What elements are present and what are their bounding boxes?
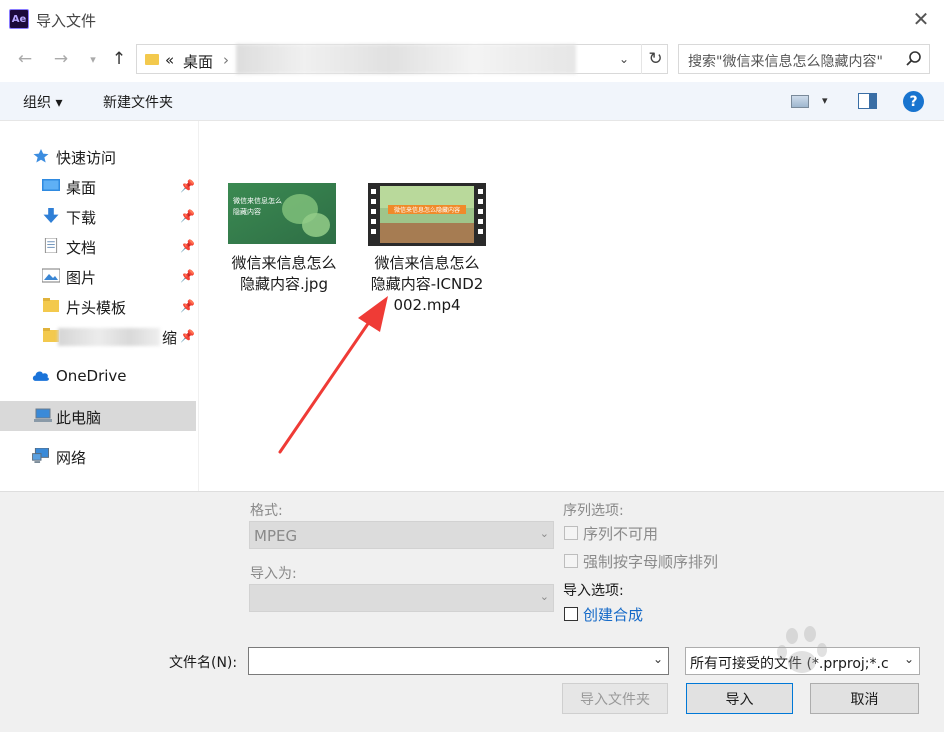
title-bar: Ae 导入文件 ✕ bbox=[0, 0, 944, 38]
image-thumbnail: 微信来信息怎么 隐藏内容 bbox=[228, 183, 336, 244]
breadcrumb-prefix[interactable]: « bbox=[165, 51, 174, 69]
sidebar-item-onedrive[interactable]: OneDrive bbox=[0, 361, 196, 391]
force-alphabetical-checkbox bbox=[564, 554, 578, 568]
file-name-label: 微信来信息怎么隐藏内容.jpg bbox=[231, 254, 337, 293]
sidebar-item-quick-access[interactable]: 快速访问 bbox=[0, 141, 196, 171]
window-title: 导入文件 bbox=[36, 12, 97, 30]
filename-input[interactable]: ⌄ bbox=[248, 647, 669, 675]
svg-text:微信来信息怎么: 微信来信息怎么 bbox=[233, 196, 282, 205]
sequence-options-label: 序列选项: bbox=[563, 503, 624, 519]
sidebar-item-desktop[interactable]: 桌面 📌 bbox=[0, 171, 196, 201]
computer-icon bbox=[34, 408, 52, 422]
format-label: 格式: bbox=[250, 503, 283, 519]
chevron-down-icon[interactable]: ⌄ bbox=[653, 652, 663, 666]
format-value: MPEG bbox=[254, 527, 298, 545]
sidebar-item-label: 桌面 bbox=[66, 179, 97, 197]
pin-icon[interactable]: 📌 bbox=[180, 329, 195, 343]
new-folder-button[interactable]: 新建文件夹 bbox=[103, 92, 173, 112]
star-icon bbox=[33, 148, 49, 163]
force-alphabetical-label: 强制按字母顺序排列 bbox=[583, 553, 719, 571]
recent-locations-chevron-icon[interactable]: ▾ bbox=[82, 47, 104, 71]
sidebar-item-network[interactable]: 网络 bbox=[0, 441, 196, 471]
chevron-down-icon: ⌄ bbox=[539, 590, 549, 603]
sidebar-item-this-pc[interactable]: 此电脑 bbox=[0, 401, 196, 431]
redacted-folder-name-blur bbox=[58, 328, 160, 346]
sidebar-item-label: 缩 bbox=[162, 329, 178, 347]
import-as-select: ⌄ bbox=[249, 584, 554, 612]
video-thumbnail-filmstrip-icon: 微信来信息怎么隐藏内容 bbox=[368, 183, 486, 246]
command-toolbar: 组织 ▾ 新建文件夹 ▾ ? bbox=[0, 82, 944, 121]
chevron-down-icon[interactable]: ⌄ bbox=[904, 652, 914, 666]
sidebar-item-label: 图片 bbox=[66, 269, 97, 287]
sidebar-item-pictures[interactable]: 图片 📌 bbox=[0, 261, 196, 291]
search-icon[interactable] bbox=[905, 50, 923, 68]
pin-icon[interactable]: 📌 bbox=[180, 239, 195, 253]
refresh-icon[interactable]: ↻ bbox=[641, 44, 669, 74]
sidebar-item-downloads[interactable]: 下载 📌 bbox=[0, 201, 196, 231]
filename-label: 文件名(N): bbox=[169, 655, 238, 671]
paw-watermark-icon bbox=[777, 626, 827, 673]
import-folder-button[interactable]: 导入文件夹 bbox=[562, 683, 668, 714]
chevron-down-icon: ⌄ bbox=[539, 527, 549, 540]
sidebar-item-blurred-folder[interactable]: 缩 📌 bbox=[0, 321, 196, 351]
pin-icon[interactable]: 📌 bbox=[180, 299, 195, 313]
desktop-icon bbox=[42, 179, 60, 191]
preview-pane-icon[interactable] bbox=[858, 93, 877, 109]
address-dropdown-chevron-icon[interactable]: ⌄ bbox=[619, 52, 629, 66]
search-placeholder: 搜索"微信来信息怎么隐藏内容" bbox=[688, 54, 883, 70]
folder-icon bbox=[145, 54, 159, 65]
redacted-path-blur bbox=[236, 44, 576, 74]
format-select: MPEG ⌄ bbox=[249, 521, 554, 549]
breadcrumb-separator: › bbox=[223, 51, 229, 69]
create-composition-checkbox[interactable] bbox=[564, 607, 578, 621]
folder-icon bbox=[43, 298, 59, 312]
forward-arrow-icon[interactable]: → bbox=[50, 47, 72, 71]
organize-menu[interactable]: 组织 ▾ bbox=[23, 92, 62, 112]
sidebar-item-label: 此电脑 bbox=[56, 409, 102, 427]
close-window-button[interactable]: ✕ bbox=[906, 4, 936, 34]
sidebar-item-label: 网络 bbox=[56, 449, 87, 467]
pin-icon[interactable]: 📌 bbox=[180, 209, 195, 223]
svg-text:隐藏内容: 隐藏内容 bbox=[233, 207, 261, 216]
import-as-label: 导入为: bbox=[250, 566, 297, 582]
download-icon bbox=[43, 208, 59, 223]
network-icon bbox=[32, 448, 49, 463]
search-box[interactable]: 搜索"微信来信息怎么隐藏内容" bbox=[678, 44, 930, 74]
svg-text:微信来信息怎么隐藏内容: 微信来信息怎么隐藏内容 bbox=[394, 206, 460, 214]
pin-icon[interactable]: 📌 bbox=[180, 179, 195, 193]
up-arrow-icon[interactable]: ↑ bbox=[108, 47, 130, 71]
sidebar-item-label: 下载 bbox=[66, 209, 97, 227]
create-composition-label[interactable]: 创建合成 bbox=[583, 604, 643, 625]
annotation-arrow bbox=[278, 296, 388, 454]
sidebar-item-label: OneDrive bbox=[56, 367, 127, 385]
breadcrumb-desktop[interactable]: 桌面 bbox=[183, 51, 213, 72]
view-dropdown-chevron-icon[interactable]: ▾ bbox=[822, 94, 828, 107]
after-effects-app-icon: Ae bbox=[9, 9, 29, 29]
back-arrow-icon[interactable]: ← bbox=[14, 47, 36, 71]
cloud-icon bbox=[32, 371, 49, 381]
pane-divider bbox=[198, 121, 199, 491]
picture-icon bbox=[42, 268, 60, 283]
import-options-label: 导入选项: bbox=[563, 583, 624, 599]
pin-icon[interactable]: 📌 bbox=[180, 269, 195, 283]
cancel-button[interactable]: 取消 bbox=[810, 683, 919, 714]
view-options-icon[interactable] bbox=[791, 95, 809, 108]
sidebar-item-label: 片头模板 bbox=[66, 299, 127, 317]
sidebar-item-label: 快速访问 bbox=[56, 149, 117, 167]
sidebar-item-template-folder[interactable]: 片头模板 📌 bbox=[0, 291, 196, 321]
sequence-checkbox bbox=[564, 526, 578, 540]
help-icon[interactable]: ? bbox=[903, 91, 924, 112]
sequence-unavailable-label: 序列不可用 bbox=[583, 525, 659, 543]
sidebar-item-label: 文档 bbox=[66, 239, 97, 257]
sidebar-item-documents[interactable]: 文档 📌 bbox=[0, 231, 196, 261]
document-icon bbox=[44, 238, 58, 253]
import-button[interactable]: 导入 bbox=[686, 683, 793, 714]
navigation-pane: 快速访问 桌面 📌 下载 📌 文档 📌 图片 📌 片头模板 📌 缩 📌 OneD… bbox=[0, 121, 198, 491]
